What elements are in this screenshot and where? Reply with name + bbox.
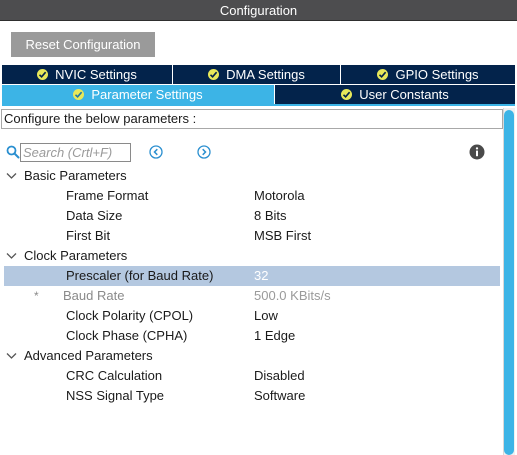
- scrollbar-thumb[interactable]: [504, 110, 514, 455]
- tab-label: Parameter Settings: [91, 87, 203, 102]
- param-value: Low: [254, 308, 278, 323]
- param-name: Prescaler (for Baud Rate): [66, 268, 214, 283]
- chevron-down-icon[interactable]: [6, 351, 17, 361]
- param-name: NSS Signal Type: [66, 388, 165, 403]
- tab-gpio-settings[interactable]: GPIO Settings: [341, 65, 515, 84]
- tab-label: GPIO Settings: [395, 67, 479, 82]
- search-input[interactable]: [20, 143, 131, 162]
- param-row-clock-polarity[interactable]: Clock Polarity (CPOL) Low: [0, 306, 503, 326]
- parameter-tree: Basic Parameters Frame Format Motorola D…: [0, 166, 503, 406]
- check-circle-icon: [341, 89, 353, 100]
- check-circle-icon: [377, 69, 389, 80]
- param-value: Disabled: [254, 368, 305, 383]
- group-label: Advanced Parameters: [24, 348, 153, 363]
- param-name: Clock Polarity (CPOL): [66, 308, 194, 323]
- check-circle-icon: [208, 69, 220, 80]
- tab-label: DMA Settings: [226, 67, 305, 82]
- param-row-crc-calculation[interactable]: CRC Calculation Disabled: [0, 366, 503, 386]
- group-clock-parameters[interactable]: Clock Parameters: [0, 246, 503, 266]
- tab-nvic-settings[interactable]: NVIC Settings: [2, 65, 173, 84]
- param-name: Clock Phase (CPHA): [66, 328, 188, 343]
- param-row-frame-format[interactable]: Frame Format Motorola: [0, 186, 503, 206]
- search-previous-icon[interactable]: [149, 145, 163, 159]
- chevron-down-icon[interactable]: [6, 251, 17, 261]
- param-value: 500.0 KBits/s: [254, 288, 331, 303]
- param-row-nss-signal-type[interactable]: NSS Signal Type Software: [0, 386, 503, 406]
- readonly-marker: *: [34, 289, 39, 303]
- group-label: Basic Parameters: [24, 168, 127, 183]
- param-row-data-size[interactable]: Data Size 8 Bits: [0, 206, 503, 226]
- search-icon: [6, 145, 20, 159]
- param-value: 1 Edge: [254, 328, 296, 343]
- chevron-down-icon[interactable]: [6, 171, 17, 181]
- tab-label: User Constants: [359, 87, 449, 102]
- param-row-prescaler[interactable]: Prescaler (for Baud Rate) 32: [0, 266, 503, 286]
- window-title: Configuration: [0, 0, 517, 21]
- param-row-first-bit[interactable]: First Bit MSB First: [0, 226, 503, 246]
- param-value: Motorola: [254, 188, 305, 203]
- param-name: CRC Calculation: [66, 368, 163, 383]
- tab-dma-settings[interactable]: DMA Settings: [173, 65, 341, 84]
- reset-configuration-button[interactable]: Reset Configuration: [11, 32, 155, 57]
- tab-underline: [2, 104, 515, 106]
- param-row-baud-rate: * Baud Rate 500.0 KBits/s: [0, 286, 503, 306]
- search-next-icon[interactable]: [197, 145, 211, 159]
- check-circle-icon: [73, 89, 85, 100]
- param-value: Software: [254, 388, 306, 403]
- tab-label: NVIC Settings: [55, 67, 137, 82]
- tab-bar-row-2: Parameter Settings User Constants: [2, 85, 515, 104]
- tab-user-constants[interactable]: User Constants: [275, 85, 515, 104]
- param-name: Baud Rate: [63, 288, 125, 303]
- tab-bar-row-1: NVIC Settings DMA Settings GPIO Settings: [2, 65, 515, 84]
- group-label: Clock Parameters: [24, 248, 128, 263]
- group-advanced-parameters[interactable]: Advanced Parameters: [0, 346, 503, 366]
- param-value: 8 Bits: [254, 208, 287, 223]
- param-value-input[interactable]: 32: [254, 266, 268, 286]
- group-basic-parameters[interactable]: Basic Parameters: [0, 166, 503, 186]
- check-circle-icon: [37, 69, 49, 80]
- param-row-clock-phase[interactable]: Clock Phase (CPHA) 1 Edge: [0, 326, 503, 346]
- parameters-description: Configure the below parameters :: [1, 109, 503, 129]
- param-name: First Bit: [66, 228, 111, 243]
- tab-parameter-settings[interactable]: Parameter Settings: [2, 85, 275, 104]
- param-name: Frame Format: [66, 188, 149, 203]
- param-value: MSB First: [254, 228, 312, 243]
- param-name: Data Size: [66, 208, 123, 223]
- info-icon[interactable]: [469, 144, 485, 160]
